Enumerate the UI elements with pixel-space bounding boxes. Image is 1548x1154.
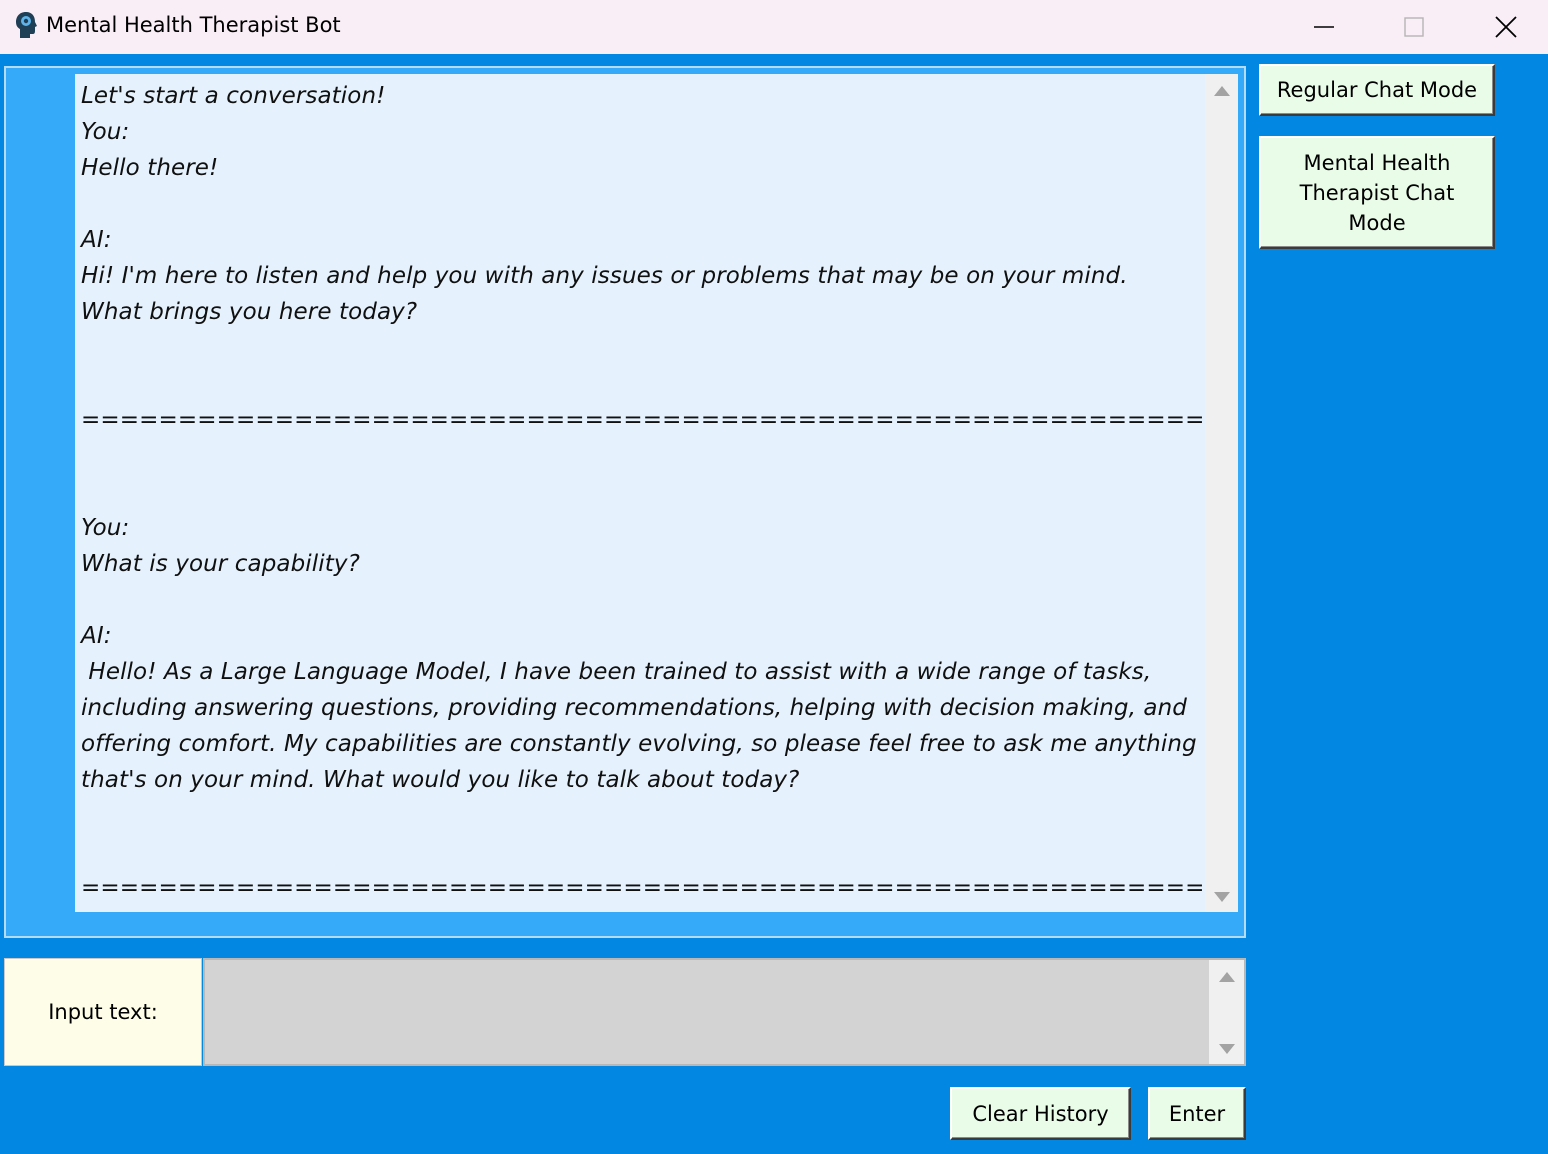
clear-history-button[interactable]: Clear History	[950, 1087, 1131, 1140]
minimize-button[interactable]	[1278, 0, 1370, 54]
scroll-up-arrow-icon	[1218, 972, 1235, 982]
scroll-up-arrow-icon	[1213, 86, 1230, 96]
input-scrollbar[interactable]	[1209, 960, 1244, 1064]
close-icon	[1495, 16, 1517, 38]
therapist-chat-mode-button[interactable]: Mental Health Therapist Chat Mode	[1259, 136, 1495, 249]
chat-frame: Let's start a conversation! You: Hello t…	[4, 66, 1246, 938]
maximize-button[interactable]	[1368, 0, 1460, 54]
title-bar: Mental Health Therapist Bot	[0, 0, 1548, 54]
close-button[interactable]	[1460, 0, 1548, 54]
window-title: Mental Health Therapist Bot	[46, 13, 341, 37]
maximize-icon	[1404, 17, 1424, 37]
scroll-down-arrow-icon	[1213, 892, 1230, 902]
chat-scrollbar[interactable]	[1205, 74, 1238, 912]
head-with-brain-icon	[14, 10, 38, 40]
scroll-down-arrow-icon	[1218, 1044, 1235, 1054]
regular-chat-mode-button[interactable]: Regular Chat Mode	[1259, 64, 1495, 116]
chat-transcript: Let's start a conversation! You: Hello t…	[81, 83, 1238, 901]
input-text-field[interactable]	[203, 958, 1246, 1066]
enter-button[interactable]: Enter	[1148, 1087, 1246, 1140]
chat-history[interactable]: Let's start a conversation! You: Hello t…	[75, 74, 1238, 912]
input-label: Input text:	[4, 958, 202, 1066]
minimize-icon	[1314, 26, 1334, 28]
